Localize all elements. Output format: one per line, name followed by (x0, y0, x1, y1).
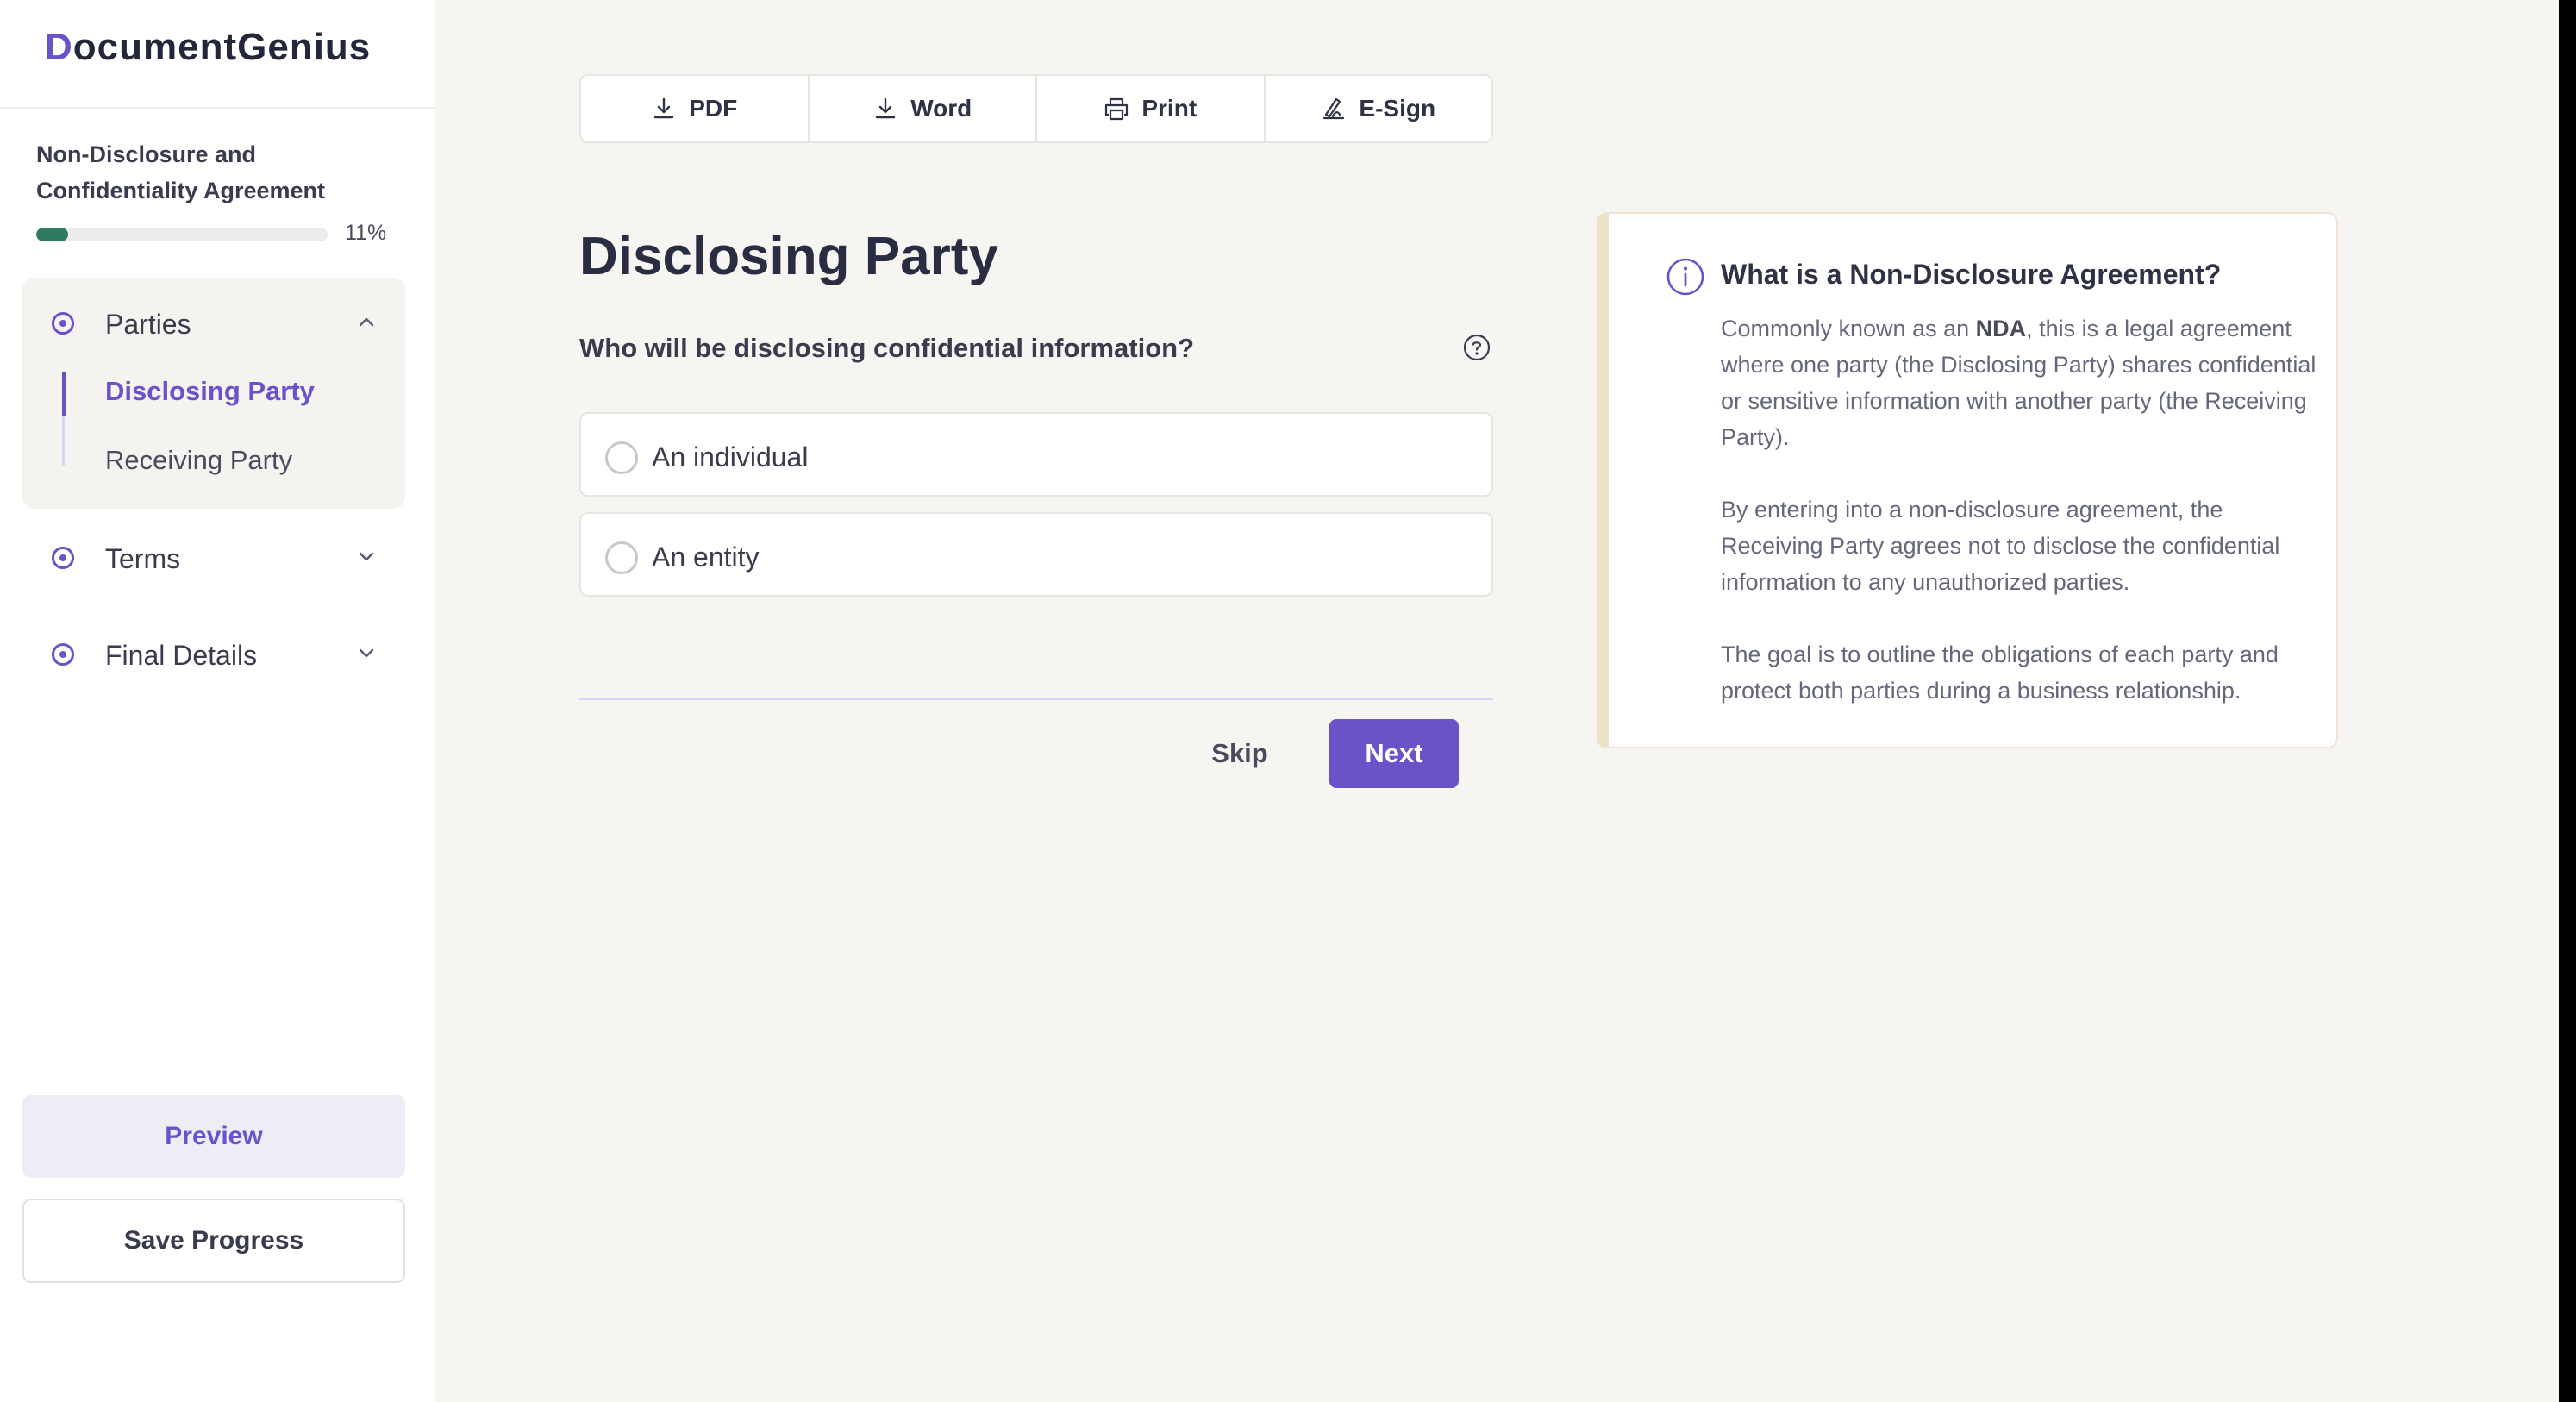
info-icon (1666, 258, 1704, 296)
radio-button[interactable] (605, 441, 638, 474)
sidebar-item-receiving-party[interactable]: Receiving Party (105, 445, 292, 476)
tool-label: Print (1141, 95, 1197, 122)
sub-nav-active-indicator (62, 372, 66, 416)
chevron-down-icon (359, 648, 374, 658)
section-label: Final Details (105, 640, 258, 671)
printer-icon (1105, 97, 1129, 121)
download-icon (876, 97, 896, 119)
info-paragraph: The goal is to outline the obligations o… (1721, 642, 2279, 704)
download-icon (654, 97, 674, 119)
tool-label: PDF (689, 95, 738, 122)
chevron-up-icon (359, 317, 374, 327)
sidebar-item-disclosing-party[interactable]: Disclosing Party (105, 376, 315, 407)
tool-label: E-Sign (1359, 95, 1436, 122)
preview-button[interactable]: Preview (22, 1095, 405, 1178)
tool-label: Word (910, 95, 972, 122)
skip-button[interactable]: Skip (1190, 719, 1290, 788)
esign-button[interactable]: E-Sign (1266, 76, 1492, 141)
info-title: What is a Non-Disclosure Agreement? (1721, 259, 2222, 290)
app-logo[interactable]: DocumentGenius (45, 26, 371, 69)
info-body: Commonly known as an NDA, this is a lega… (1721, 310, 2324, 745)
save-progress-button[interactable]: Save Progress (22, 1199, 405, 1283)
sidebar: DocumentGenius Non-Disclosure and Confid… (0, 0, 435, 1402)
page-title: Disclosing Party (579, 227, 998, 286)
document-title: Non-Disclosure and Confidentiality Agree… (36, 141, 326, 203)
info-card: What is a Non-Disclosure Agreement? Comm… (1597, 212, 2338, 748)
radio-dot-icon (52, 643, 74, 666)
info-paragraph: By entering into a non-disclosure agreem… (1721, 497, 2280, 595)
logo-initial: D (45, 26, 73, 68)
progress-bar (36, 228, 328, 241)
signature-icon (1323, 97, 1345, 120)
progress-percent: 11% (345, 221, 387, 245)
option-entity[interactable]: An entity (579, 512, 1493, 597)
info-emphasis: NDA (1975, 316, 2027, 341)
sidebar-divider (0, 107, 435, 109)
info-paragraph: Commonly known as an NDA, this is a lega… (1721, 310, 2324, 455)
section-label: Terms (105, 543, 181, 574)
export-toolbar: PDF Word Print E-Sign (579, 74, 1493, 143)
section-final-details[interactable]: Final Details (22, 628, 405, 679)
form-divider (579, 698, 1493, 700)
radio-dot-icon (52, 312, 74, 335)
option-label: An individual (652, 441, 809, 473)
question-text: Who will be disclosing confidential info… (579, 333, 1194, 363)
progress-fill (36, 228, 69, 241)
info-text: Commonly known as an (1721, 316, 1976, 341)
download-word-button[interactable]: Word (810, 76, 1037, 141)
download-pdf-button[interactable]: PDF (581, 76, 810, 141)
window-edge (2559, 0, 2576, 1402)
next-button[interactable]: Next (1329, 719, 1459, 788)
logo-text: ocumentGenius (72, 26, 372, 68)
chevron-down-icon (359, 552, 374, 561)
section-label: Parties (105, 309, 191, 340)
print-button[interactable]: Print (1037, 76, 1266, 141)
radio-dot-icon (52, 547, 74, 569)
help-icon[interactable] (1462, 333, 1491, 362)
option-label: An entity (652, 541, 760, 573)
option-individual[interactable]: An individual (579, 412, 1493, 497)
section-parties[interactable]: Parties (22, 297, 405, 348)
section-terms[interactable]: Terms (22, 531, 405, 583)
radio-button[interactable] (605, 541, 638, 574)
